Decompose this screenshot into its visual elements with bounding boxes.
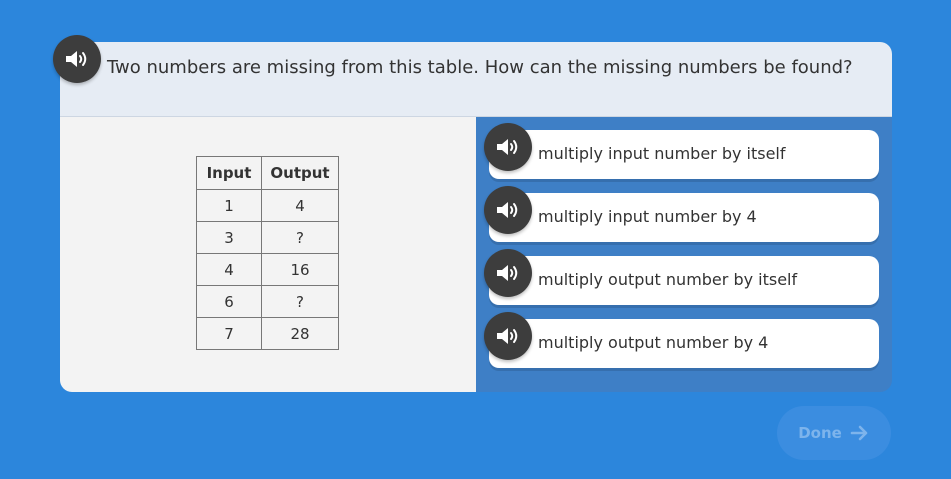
table-row: 4 16 [196, 253, 339, 286]
table-cell-input: 7 [196, 317, 262, 350]
input-output-table: Input Output 1 4 3 ? 4 16 6 ? 7 28 [196, 156, 339, 350]
answer-3-audio-button[interactable] [484, 249, 532, 297]
table-cell-output: 28 [261, 317, 339, 350]
question-audio-button[interactable] [53, 35, 101, 83]
answer-option-1[interactable]: multiply input number by itself [489, 130, 879, 179]
table-cell-output: ? [261, 285, 339, 318]
table-row: 6 ? [196, 285, 339, 318]
table-pane: Input Output 1 4 3 ? 4 16 6 ? 7 28 [60, 117, 476, 392]
done-button-label: Done [798, 424, 842, 442]
speaker-icon [497, 139, 518, 155]
speaker-icon [66, 51, 87, 67]
table-row: 7 28 [196, 317, 339, 350]
done-button[interactable]: Done [777, 406, 891, 460]
answer-4-audio-button[interactable] [484, 312, 532, 360]
table-cell-output: 4 [261, 189, 339, 222]
table-row: 1 4 [196, 189, 339, 222]
table-cell-input: 4 [196, 253, 262, 286]
arrow-right-icon [850, 425, 868, 441]
table-cell-input: 6 [196, 285, 262, 318]
speaker-icon [497, 328, 518, 344]
answer-1-audio-button[interactable] [484, 123, 532, 171]
answer-2-audio-button[interactable] [484, 186, 532, 234]
table-cell-output: 16 [261, 253, 339, 286]
answer-option-label: multiply output number by 4 [538, 333, 769, 352]
speaker-icon [497, 202, 518, 218]
table-cell-input: 3 [196, 221, 262, 254]
table-header-output: Output [261, 156, 339, 190]
table-header-row: Input Output [196, 156, 339, 190]
speaker-icon [497, 265, 518, 281]
answer-option-3[interactable]: multiply output number by itself [489, 256, 879, 305]
question-text: Two numbers are missing from this table.… [107, 57, 853, 78]
answer-option-label: multiply input number by itself [538, 144, 786, 163]
answer-option-4[interactable]: multiply output number by 4 [489, 319, 879, 368]
question-bar: Two numbers are missing from this table.… [60, 42, 892, 117]
table-cell-output: ? [261, 221, 339, 254]
answer-option-label: multiply output number by itself [538, 270, 798, 289]
answer-option-2[interactable]: multiply input number by 4 [489, 193, 879, 242]
table-header-input: Input [196, 156, 262, 190]
answer-option-label: multiply input number by 4 [538, 207, 757, 226]
table-row: 3 ? [196, 221, 339, 254]
table-cell-input: 1 [196, 189, 262, 222]
